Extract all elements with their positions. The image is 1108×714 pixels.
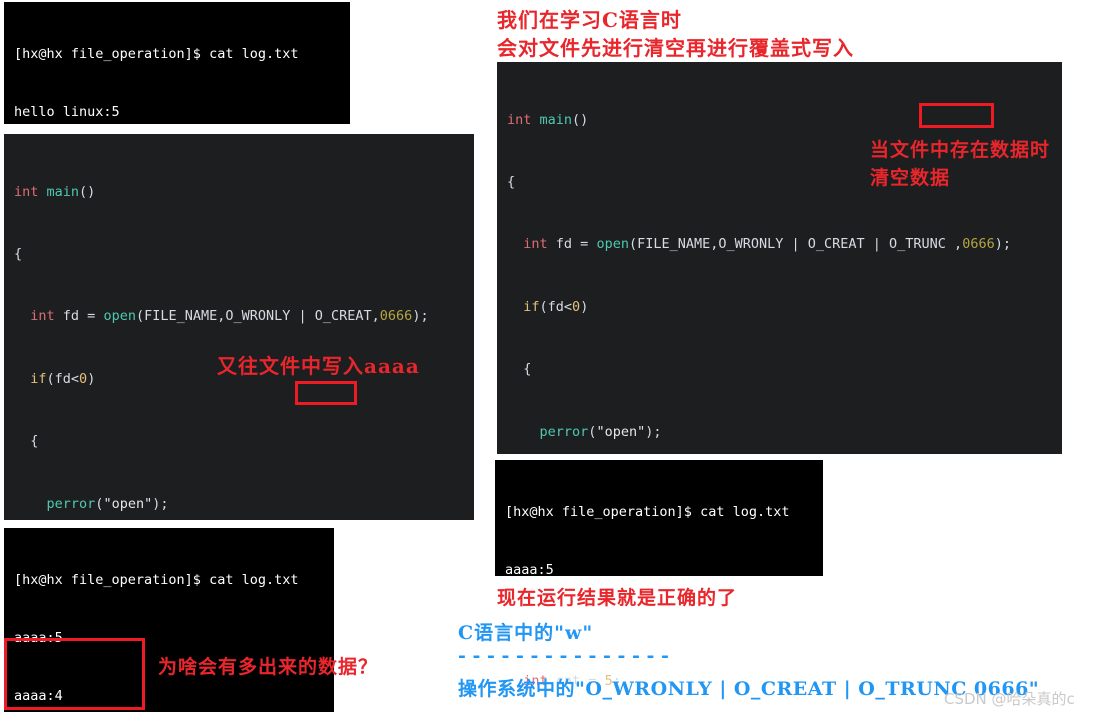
annotation-result-correct: 现在运行结果就是正确的了 xyxy=(497,587,738,609)
code-line: { xyxy=(14,245,23,262)
annotation-trunc-note-line2: 清空数据 xyxy=(870,167,951,189)
code-line: int fd = open(FILE_NAME,O_WRONLY | O_CRE… xyxy=(523,236,1011,253)
code-line: { xyxy=(507,361,532,378)
annotation-learning-c-line2: 会对文件先进行清空再进行覆盖式写入 xyxy=(497,36,854,60)
code-line: int main() xyxy=(14,183,96,200)
terminal-right[interactable]: [hx@hx file_operation]$ cat log.txt aaaa… xyxy=(495,460,823,694)
code-line: { xyxy=(507,173,516,190)
screenshot-root: [hx@hx file_operation]$ cat log.txt hell… xyxy=(0,0,1108,714)
annotation-learning-c-line1: 我们在学习C语言时 xyxy=(497,8,682,32)
annotation-c-lang-w: C语言中的"w" xyxy=(458,622,594,644)
annotation-divider: - - - - - - - - - - - - - - - xyxy=(458,645,669,667)
terminal-prompt-line: [hx@hx file_operation]$ cat log.txt xyxy=(14,45,299,62)
terminal-top-left[interactable]: [hx@hx file_operation]$ cat log.txt hell… xyxy=(4,2,350,353)
annotation-extra-data-question: 为啥会有多出来的数据？ xyxy=(158,656,379,678)
terminal-output-line: aaaa:5 xyxy=(14,630,63,647)
code-line: if(fd<0) xyxy=(523,298,589,315)
code-line: int main() xyxy=(507,111,589,128)
terminal-bottom-left[interactable]: [hx@hx file_operation]$ cat log.txt aaaa… xyxy=(4,528,334,712)
annotation-write-aaaa: 又往文件中写入aaaa xyxy=(217,354,420,378)
code-block-left[interactable]: int main() { int fd = open(FILE_NAME,O_W… xyxy=(4,134,474,636)
code-line: { xyxy=(14,433,39,450)
code-line: int fd = open(FILE_NAME,O_WRONLY | O_CRE… xyxy=(30,308,429,325)
annotation-trunc-note-line1: 当文件中存在数据时 xyxy=(870,139,1051,161)
code-line: perror("open"); xyxy=(46,495,169,512)
terminal-output-line: hello linux:5 xyxy=(14,104,120,121)
terminal-prompt-line: [hx@hx file_operation]$ cat log.txt xyxy=(14,571,299,588)
terminal-output-line: aaaa:5 xyxy=(505,562,554,579)
code-line: perror("open"); xyxy=(539,423,662,440)
terminal-output-line: aaaa:4 xyxy=(14,688,63,705)
code-block-right[interactable]: int main() { int fd = open(FILE_NAME,O_W… xyxy=(497,62,1062,689)
terminal-prompt-line: [hx@hx file_operation]$ cat log.txt xyxy=(505,503,790,520)
csdn-watermark: CSDN @哈朵真的c xyxy=(944,690,1075,708)
